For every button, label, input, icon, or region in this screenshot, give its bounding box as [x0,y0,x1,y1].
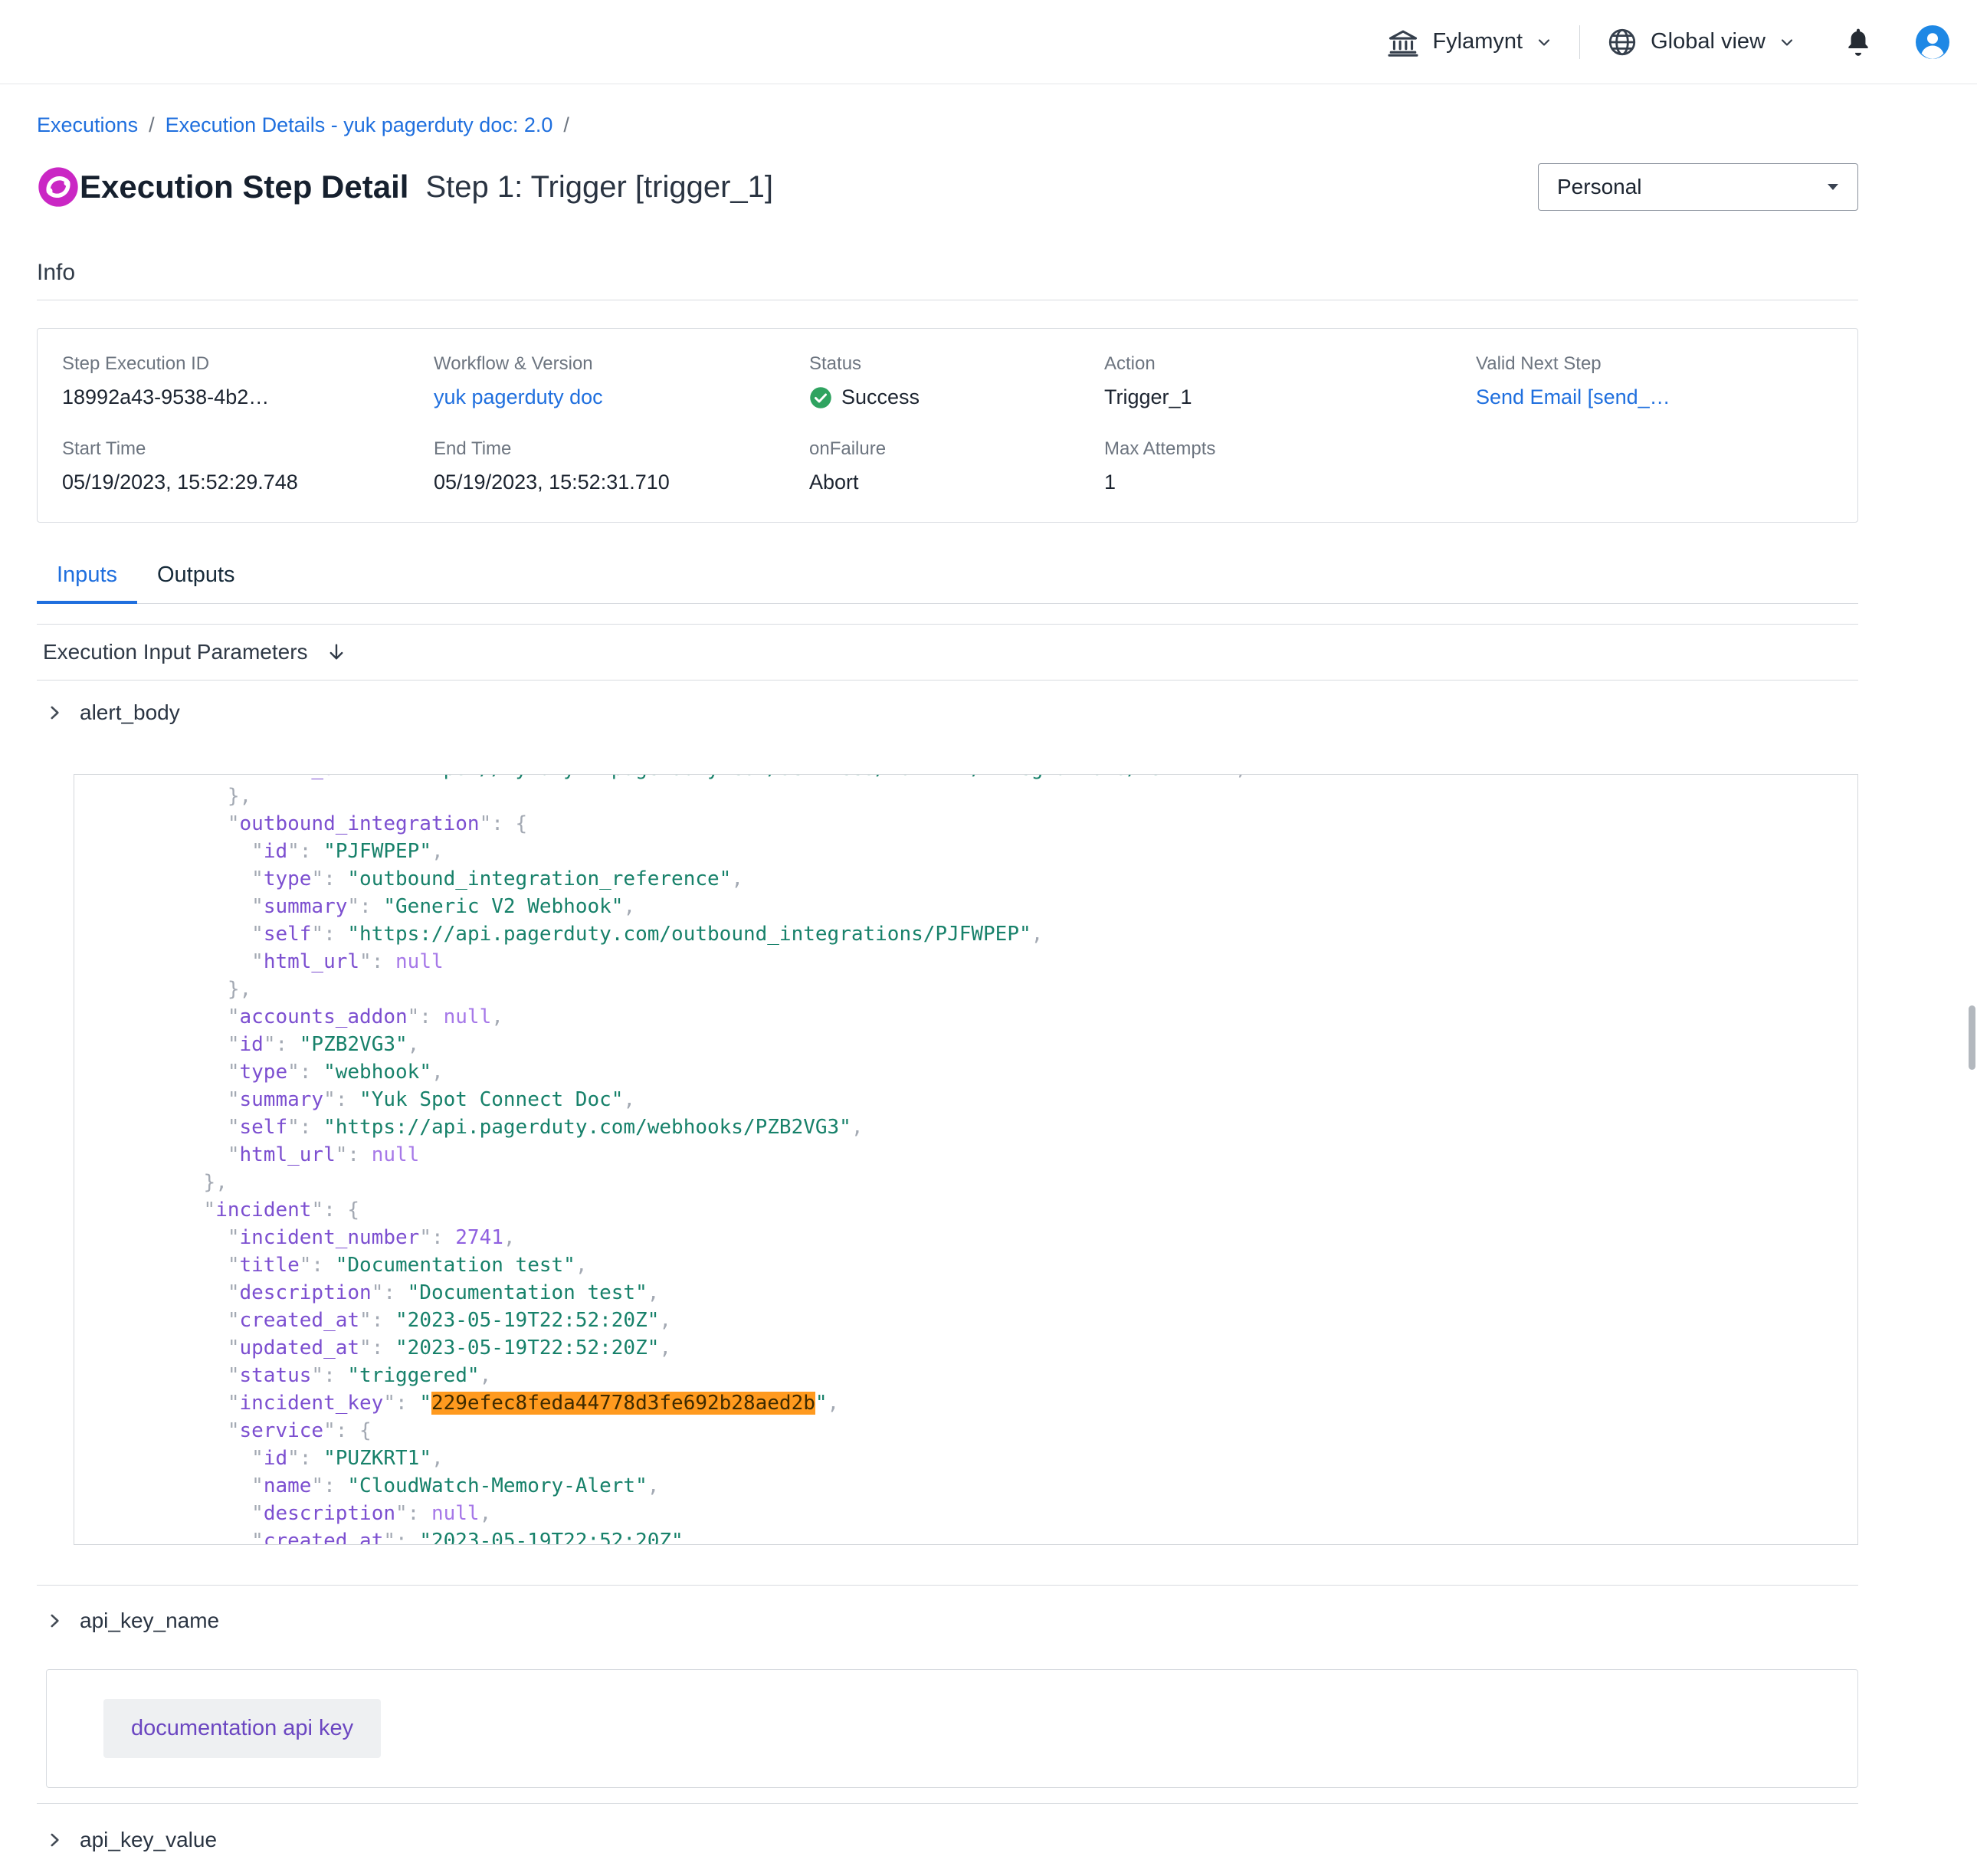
notifications-button[interactable] [1842,26,1874,58]
field-value: 05/19/2023, 15:52:29.748 [62,471,434,494]
param-name-api-key-name: api_key_name [80,1609,219,1633]
top-bar: Fylamynt Global view [0,0,1977,84]
empty-cell [1476,438,1833,494]
workflow-logo-icon [37,166,80,208]
person-icon [1914,24,1951,61]
params-header-title: Execution Input Parameters [43,640,308,664]
field-start-time: Start Time 05/19/2023, 15:52:29.748 [62,438,434,494]
api-key-name-value-box: documentation api key [46,1669,1858,1788]
title-row: Execution Step Detail Step 1: Trigger [t… [37,163,1858,211]
chevron-down-icon [1535,33,1553,51]
next-step-link[interactable]: Send Email [send_… [1476,385,1833,409]
field-onfailure: onFailure Abort [809,438,1104,494]
param-name-api-key-value: api_key_value [80,1828,217,1852]
field-label: onFailure [809,438,1104,460]
scope-select[interactable]: Personal [1538,163,1858,211]
field-value: Trigger_1 [1104,385,1476,409]
field-step-execution-id: Step Execution ID 18992a43-9538-4b2… [62,353,434,409]
tab-outputs[interactable]: Outputs [137,562,255,603]
tab-bar: Inputs Outputs [37,562,1858,604]
view-name: Global view [1651,29,1766,54]
param-name-alert-body: alert_body [80,700,180,725]
breadcrumb: Executions / Execution Details - yuk pag… [37,113,1858,137]
execution-input-parameters-header: Execution Input Parameters [37,624,1858,681]
field-value: 05/19/2023, 15:52:31.710 [434,471,809,494]
tab-inputs[interactable]: Inputs [37,562,137,603]
chevron-right-icon [44,1830,64,1850]
bank-icon [1386,25,1420,59]
status-text: Success [841,385,920,409]
chevron-right-icon [44,1611,64,1631]
field-end-time: End Time 05/19/2023, 15:52:31.710 [434,438,809,494]
chevron-down-icon [1778,33,1796,51]
field-label: Start Time [62,438,434,460]
field-label: Action [1104,353,1476,375]
breadcrumb-separator: / [563,113,569,137]
info-heading: Info [37,260,1858,286]
expander-api-key-name[interactable]: api_key_name [37,1585,1858,1655]
field-label: Valid Next Step [1476,353,1833,375]
field-workflow-version: Workflow & Version yuk pagerduty doc [434,353,809,409]
field-label: Status [809,353,1104,375]
field-value: 18992a43-9538-4b2… [62,385,434,409]
expander-alert-body[interactable]: alert_body [37,681,1858,745]
breadcrumb-link-executions[interactable]: Executions [37,113,138,137]
field-action: Action Trigger_1 [1104,353,1476,409]
field-label: Step Execution ID [62,353,434,375]
bell-icon [1842,26,1874,58]
info-card: Step Execution ID 18992a43-9538-4b2… Wor… [37,328,1858,523]
workflow-link[interactable]: yuk pagerduty doc [434,385,809,409]
chevron-right-icon [44,703,64,723]
divider [1579,25,1580,59]
field-value: Abort [809,471,1104,494]
expander-api-key-value[interactable]: api_key_value [37,1803,1858,1876]
page-title: Execution Step Detail [80,169,408,205]
field-status: Status Success [809,353,1104,409]
field-value: 1 [1104,471,1476,494]
down-arrow-icon[interactable] [325,641,348,664]
success-check-icon [809,386,832,409]
field-max-attempts: Max Attempts 1 [1104,438,1476,494]
user-avatar[interactable] [1914,24,1951,61]
globe-icon [1606,26,1638,58]
page-scrollbar[interactable] [1969,1005,1975,1070]
field-label: End Time [434,438,809,460]
scope-select-value: Personal [1557,175,1642,199]
breadcrumb-link-execution-details[interactable]: Execution Details - yuk pagerduty doc: 2… [166,113,553,137]
api-key-name-chip: documentation api key [103,1699,381,1758]
json-code: "html_url": "https://fylamynt.pagerduty.… [74,774,1857,1545]
field-label: Workflow & Version [434,353,809,375]
main-content: Executions / Execution Details - yuk pag… [37,113,1858,1876]
status-badge: Success [809,385,1104,409]
field-label: Max Attempts [1104,438,1476,460]
caret-down-icon [1825,182,1841,192]
org-name: Fylamynt [1432,29,1523,54]
json-viewer[interactable]: "html_url": "https://fylamynt.pagerduty.… [74,774,1858,1545]
view-switcher[interactable]: Global view [1606,26,1796,58]
field-valid-next-step: Valid Next Step Send Email [send_… [1476,353,1833,409]
org-switcher[interactable]: Fylamynt [1386,25,1553,59]
page-subtitle: Step 1: Trigger [trigger_1] [425,170,773,205]
breadcrumb-separator: / [149,113,155,137]
